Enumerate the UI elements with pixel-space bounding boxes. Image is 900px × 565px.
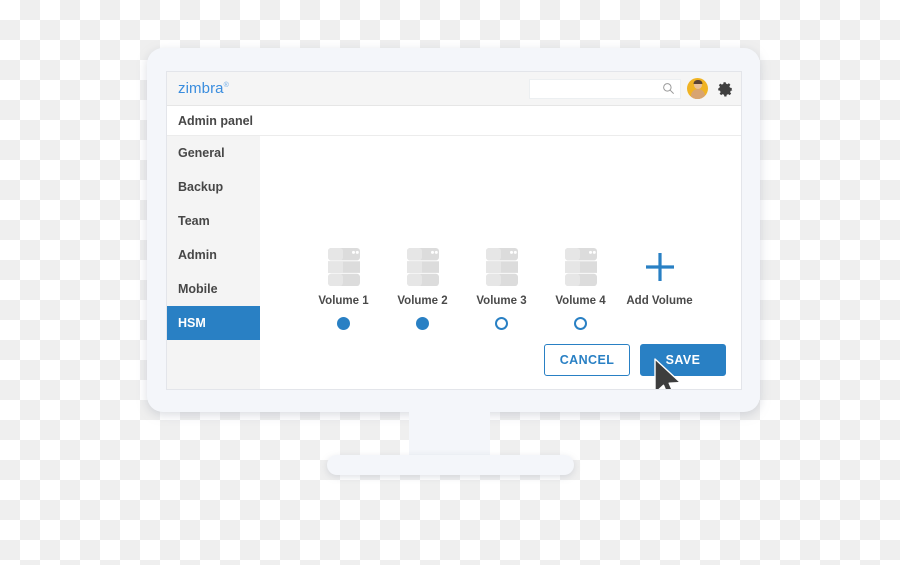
header-right-group [529,72,741,105]
sidebar-item-label: General [178,146,225,160]
trademark-symbol: ® [223,82,229,89]
server-stack-icon [485,248,518,286]
volume-item-2[interactable]: Volume 2 [383,244,462,330]
volume-item-4[interactable]: Volume 4 [541,244,620,330]
sidebar-item-admin[interactable]: Admin [167,238,260,272]
monitor-screen: zimbra® Admin panel General Backup Team … [166,71,742,390]
search-input[interactable] [530,82,662,95]
volume-icon-slot [564,244,598,290]
save-button[interactable]: SAVE [640,344,726,376]
zimbra-logo: zimbra® [178,80,229,97]
monitor-illustration: zimbra® Admin panel General Backup Team … [0,0,900,565]
sidebar-item-team[interactable]: Team [167,204,260,238]
sidebar-item-label: Mobile [178,282,218,296]
add-volume-button[interactable]: Add Volume [620,244,699,330]
content-panel: Volume 1 Volume 2 Volume 3 Volume 4 Add … [260,136,741,389]
sidebar-item-general[interactable]: General [167,136,260,170]
sidebar-item-backup[interactable]: Backup [167,170,260,204]
search-icon[interactable] [662,82,675,95]
volume-radio[interactable] [337,317,350,330]
volume-label: Volume 3 [476,295,527,307]
avatar-hair [693,80,702,84]
panel-title-bar: Admin panel [167,106,741,136]
volume-radio[interactable] [574,317,587,330]
volume-label: Volume 2 [397,295,448,307]
sidebar-item-label: Backup [178,180,224,194]
volume-label: Volume 1 [318,295,369,307]
volume-icon-slot [485,244,519,290]
volume-item-1[interactable]: Volume 1 [304,244,383,330]
brand-name: zimbra [178,80,224,97]
search-box[interactable] [529,78,681,99]
volumes-row: Volume 1 Volume 2 Volume 3 Volume 4 Add … [260,244,741,330]
user-avatar-icon[interactable] [687,78,708,99]
avatar-body [690,89,705,99]
sidebar-item-hsm[interactable]: HSM [167,306,260,340]
server-stack-icon [406,248,439,286]
volume-icon-slot [406,244,440,290]
sidebar-item-mobile[interactable]: Mobile [167,272,260,306]
footer-actions: CANCEL SAVE [544,344,726,376]
page-title: Admin panel [178,113,254,128]
volume-radio[interactable] [495,317,508,330]
volume-radio[interactable] [416,317,429,330]
plus-icon[interactable] [642,249,678,285]
sidebar: General Backup Team Admin Mobile HSM [167,136,260,389]
sidebar-item-label: HSM [178,316,206,330]
sidebar-item-label: Team [178,214,210,228]
volume-icon-slot [327,244,361,290]
gear-icon[interactable] [716,80,734,98]
app-header: zimbra® [167,72,741,106]
volume-label: Volume 4 [555,295,606,307]
monitor-stand-base [327,455,574,475]
server-stack-icon [564,248,597,286]
add-volume-label: Add Volume [626,295,693,307]
volume-item-3[interactable]: Volume 3 [462,244,541,330]
volume-icon-slot [642,244,678,290]
cancel-button[interactable]: CANCEL [544,344,630,376]
sidebar-item-label: Admin [178,248,217,262]
server-stack-icon [327,248,360,286]
